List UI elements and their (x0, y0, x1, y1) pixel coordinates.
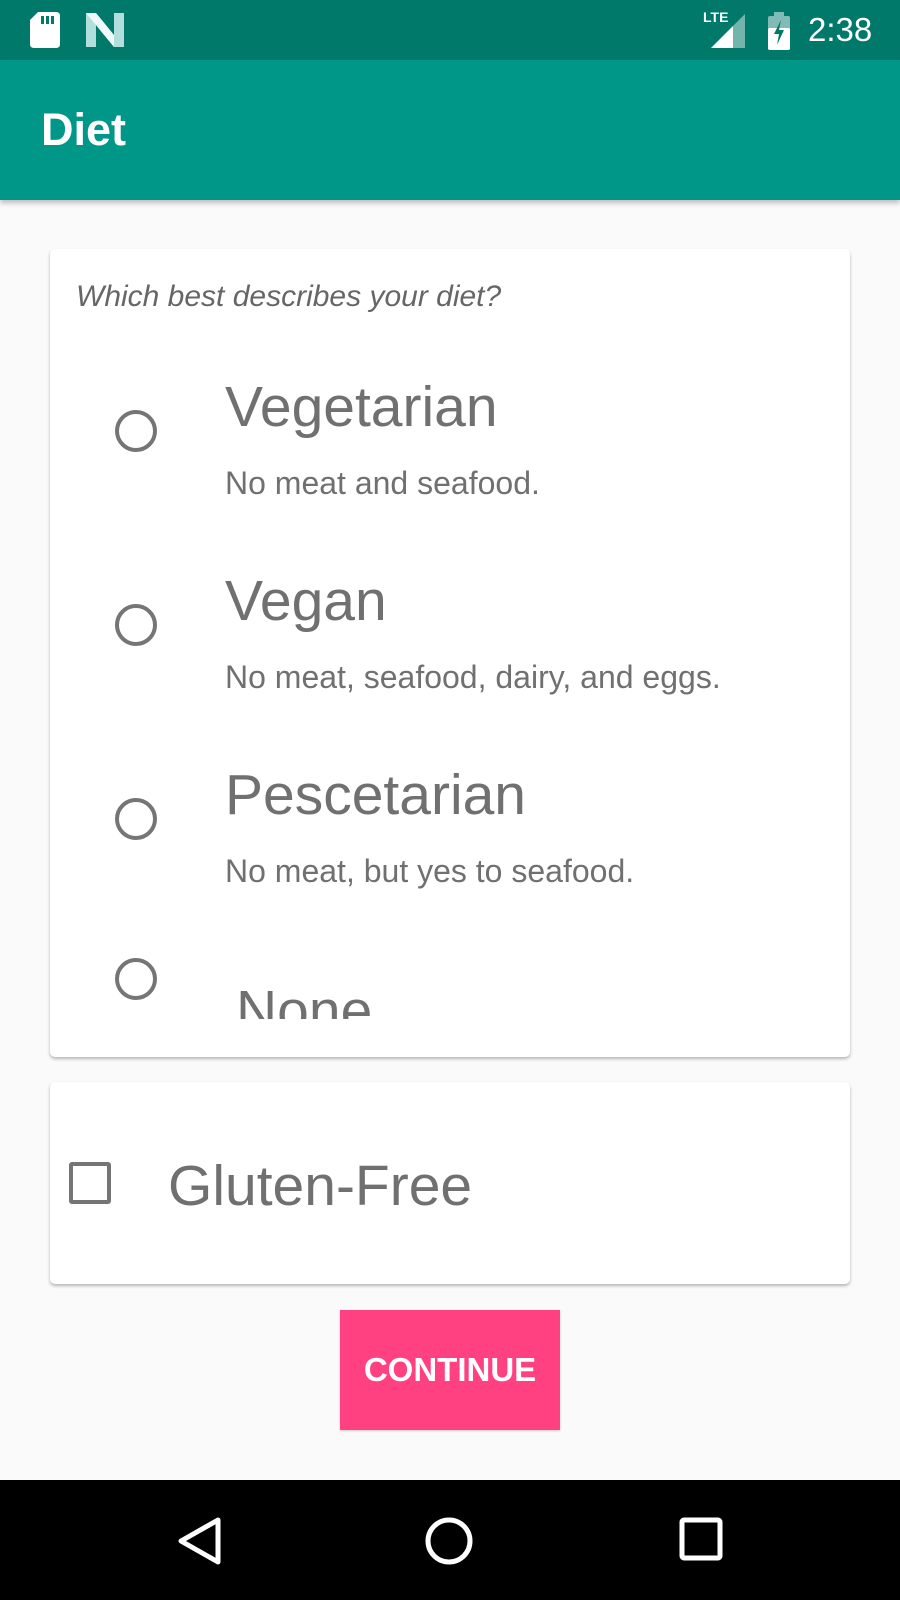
option-title: Vegan (225, 569, 387, 633)
gluten-free-checkbox[interactable] (69, 1162, 111, 1204)
network-label: LTE (703, 10, 728, 25)
radio-none[interactable] (115, 958, 157, 1000)
radio-pescetarian[interactable] (115, 798, 157, 840)
option-title: None (236, 979, 373, 1019)
home-icon[interactable] (424, 1516, 474, 1571)
gluten-free-card: Gluten-Free (50, 1082, 850, 1284)
option-vegetarian[interactable]: Vegetarian No meat and seafood. (50, 369, 850, 539)
app-bar: Diet (0, 60, 900, 200)
navigation-bar (0, 1480, 900, 1600)
lte-signal-icon: LTE (703, 9, 749, 55)
radio-vegetarian[interactable] (115, 410, 157, 452)
option-vegan[interactable]: Vegan No meat, seafood, dairy, and eggs. (50, 563, 850, 733)
continue-button[interactable]: CONTINUE (340, 1310, 560, 1430)
recents-icon[interactable] (679, 1517, 723, 1566)
battery-charging-icon (768, 12, 790, 55)
option-title: Pescetarian (225, 763, 527, 827)
diet-options-list[interactable]: Vegetarian No meat and seafood. Vegan No… (50, 249, 850, 1019)
clock-time: 2:38 (808, 11, 873, 48)
gluten-free-label[interactable]: Gluten-Free (168, 1154, 472, 1218)
status-bar: LTE 2:38 (0, 0, 900, 60)
option-none[interactable]: None (50, 917, 850, 1019)
diet-options-card: Which best describes your diet? Vegetari… (50, 249, 850, 1057)
option-title: Vegetarian (225, 375, 498, 439)
option-description: No meat, but yes to seafood. (225, 853, 635, 889)
radio-vegan[interactable] (115, 604, 157, 646)
option-description: No meat and seafood. (225, 465, 540, 501)
sd-card-icon (30, 12, 60, 53)
back-icon[interactable] (176, 1516, 222, 1571)
page-title: Diet (41, 104, 127, 155)
option-pescetarian[interactable]: Pescetarian No meat, but yes to seafood. (50, 757, 850, 927)
n-logo-icon (86, 13, 124, 52)
option-description: No meat, seafood, dairy, and eggs. (225, 659, 721, 695)
